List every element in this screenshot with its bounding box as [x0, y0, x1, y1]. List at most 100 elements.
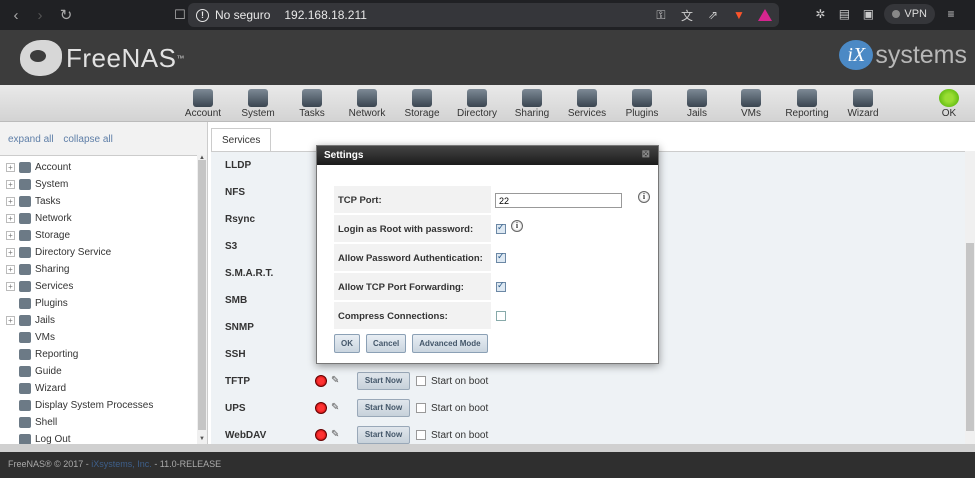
collapse-all-link[interactable]: collapse all	[63, 134, 112, 145]
tab-services[interactable]: Services	[211, 128, 272, 151]
login-root-checkbox[interactable]	[496, 222, 506, 234]
sidebar-item[interactable]: + Jails	[0, 312, 197, 329]
company-link[interactable]: iXsystems, Inc.	[91, 459, 152, 469]
sidebar-item[interactable]: Guide	[0, 363, 197, 380]
expand-icon[interactable]: +	[6, 248, 15, 257]
wrench-icon[interactable]: ✎	[331, 375, 343, 387]
ok-status-icon	[939, 89, 959, 107]
main-scrollbar[interactable]	[965, 151, 975, 444]
expand-icon[interactable]: +	[6, 163, 15, 172]
account-icon	[193, 89, 213, 107]
sidebar-item[interactable]: VMs	[0, 329, 197, 346]
toolbar-vms[interactable]: VMs	[723, 89, 779, 119]
expand-icon[interactable]: +	[6, 231, 15, 240]
translate-icon[interactable]: 文	[679, 7, 695, 23]
sidebar-item[interactable]: Plugins	[0, 295, 197, 312]
expand-icon[interactable]: +	[6, 316, 15, 325]
sidebar-item[interactable]: + Services	[0, 278, 197, 295]
settings-dialog: Settings ⊠ TCP Port: i Login as Root wit…	[316, 145, 659, 364]
forward-icon[interactable]: ›	[29, 4, 51, 26]
expand-icon[interactable]: +	[6, 214, 15, 223]
extensions-icon[interactable]: ✲	[812, 6, 828, 22]
sidebar-item[interactable]: + Sharing	[0, 261, 197, 278]
sidebar-item[interactable]: Shell	[0, 414, 197, 431]
sidebar-icon[interactable]: ▤	[836, 6, 852, 22]
dialog-titlebar[interactable]: Settings ⊠	[317, 146, 658, 165]
toolbar-directory[interactable]: Directory	[449, 89, 505, 119]
wizard-icon	[853, 89, 873, 107]
sidebar-item[interactable]: + Directory Service	[0, 244, 197, 261]
sidebar-scrollbar[interactable]: ▲ ▼	[197, 155, 207, 444]
sidebar-item[interactable]: + Network	[0, 210, 197, 227]
service-name: SMB	[225, 295, 248, 306]
start-now-button[interactable]: Start Now	[357, 426, 410, 444]
start-now-button[interactable]: Start Now	[357, 372, 410, 390]
services-icon	[577, 89, 597, 107]
url-text[interactable]: 192.168.18.211	[284, 8, 367, 22]
start-on-boot-checkbox[interactable]	[416, 430, 426, 440]
toolbar-plugins[interactable]: Plugins	[614, 89, 670, 119]
cancel-button[interactable]: Cancel	[366, 334, 407, 353]
toolbar-system[interactable]: System	[230, 89, 286, 119]
dialog-buttons: OK Cancel Advanced Mode	[334, 334, 488, 353]
key-icon[interactable]: ⚿	[653, 7, 669, 23]
reload-icon[interactable]: ↻	[55, 4, 77, 26]
allow-password-checkbox[interactable]	[496, 251, 506, 263]
sidebar-item[interactable]: Log Out	[0, 431, 197, 444]
login-root-row: Login as Root with password: i	[334, 215, 644, 242]
bookmark-icon[interactable]: ☐	[172, 7, 188, 23]
info-icon[interactable]: i	[511, 220, 523, 232]
scroll-down-icon[interactable]: ▼	[198, 436, 206, 442]
tcp-port-input[interactable]	[495, 193, 622, 208]
start-on-boot-checkbox[interactable]	[416, 376, 426, 386]
expand-icon[interactable]: +	[6, 180, 15, 189]
share-icon[interactable]: ⇗	[705, 7, 721, 23]
menu-icon[interactable]: ≡	[943, 6, 959, 22]
toolbar-wizard[interactable]: Wizard	[835, 89, 891, 119]
toolbar-jails[interactable]: Jails	[669, 89, 725, 119]
wrench-icon[interactable]: ✎	[331, 402, 343, 414]
expand-icon[interactable]: +	[6, 197, 15, 206]
toolbar-reporting[interactable]: Reporting	[779, 89, 835, 119]
toolbar-ok-status[interactable]: OK	[921, 89, 975, 119]
sidebar-item[interactable]: + Account	[0, 159, 197, 176]
toolbar-account[interactable]: Account	[175, 89, 231, 119]
start-now-button[interactable]: Start Now	[357, 399, 410, 417]
toolbar-sharing[interactable]: Sharing	[504, 89, 560, 119]
compress-checkbox[interactable]	[496, 311, 506, 321]
toolbar-network[interactable]: Network	[339, 89, 395, 119]
main-scroll-thumb[interactable]	[966, 243, 974, 431]
toolbar-storage[interactable]: Storage	[394, 89, 450, 119]
toolbar-label: Services	[567, 108, 607, 119]
sidebar-item[interactable]: Wizard	[0, 380, 197, 397]
info-icon[interactable]: i	[638, 191, 650, 203]
service-name: SNMP	[225, 322, 254, 333]
brave-shield-icon[interactable]: ▼	[731, 7, 747, 23]
expand-icon[interactable]: +	[6, 282, 15, 291]
brave-rewards-icon[interactable]	[757, 7, 773, 23]
sidebar-scroll-thumb[interactable]	[198, 160, 206, 430]
allow-forwarding-checkbox[interactable]	[496, 280, 506, 292]
start-on-boot-checkbox[interactable]	[416, 403, 426, 413]
close-icon[interactable]: ⊠	[642, 149, 650, 160]
advanced-mode-button[interactable]: Advanced Mode	[412, 334, 488, 353]
expand-all-link[interactable]: expand all	[8, 134, 54, 145]
sidebar-item[interactable]: + System	[0, 176, 197, 193]
back-icon[interactable]: ‹	[5, 4, 27, 26]
ok-button[interactable]: OK	[334, 334, 360, 353]
start-on-boot-label: Start on boot	[431, 429, 489, 441]
wallet-icon[interactable]: ▣	[860, 6, 876, 22]
vpn-button[interactable]: VPN	[884, 4, 935, 24]
address-bar[interactable]: ! No seguro 192.168.18.211 ⚿ 文 ⇗ ▼	[188, 3, 779, 27]
sidebar-item[interactable]: + Tasks	[0, 193, 197, 210]
sidebar-item[interactable]: Reporting	[0, 346, 197, 363]
toolbar-label: Directory	[456, 108, 497, 119]
expand-icon[interactable]: +	[6, 265, 15, 274]
toolbar-services[interactable]: Services	[559, 89, 615, 119]
sidebar-item[interactable]: Display System Processes	[0, 397, 197, 414]
status-off-icon	[315, 402, 327, 414]
wrench-icon[interactable]: ✎	[331, 429, 343, 441]
sidebar-item[interactable]: + Storage	[0, 227, 197, 244]
reporting-icon	[797, 89, 817, 107]
toolbar-tasks[interactable]: Tasks	[284, 89, 340, 119]
